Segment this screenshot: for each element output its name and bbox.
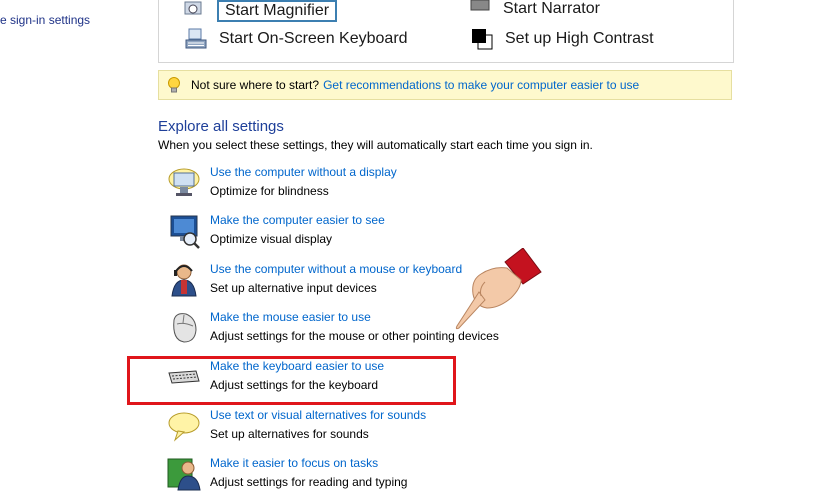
- without-display-link[interactable]: Use the computer without a display: [210, 165, 397, 179]
- without-display-desc: Optimize for blindness: [210, 184, 329, 198]
- without-mouse-keyboard-desc: Set up alternative input devices: [210, 281, 377, 295]
- focus-tasks-link[interactable]: Make it easier to focus on tasks: [210, 456, 378, 470]
- setting-sound-alternatives: Use text or visual alternatives for soun…: [166, 408, 586, 448]
- narrator-icon: [470, 0, 490, 11]
- mouse-easier-desc: Adjust settings for the mouse or other p…: [210, 329, 499, 343]
- no-display-icon: [168, 168, 200, 196]
- start-narrator-button[interactable]: Start Narrator: [469, 0, 600, 20]
- pointing-hand-icon: [455, 248, 542, 330]
- sound-alternatives-desc: Set up alternatives for sounds: [210, 427, 369, 441]
- start-narrator-label: Start Narrator: [503, 0, 600, 17]
- start-magnifier-label: Start Magnifier: [217, 0, 338, 22]
- setting-without-display: Use the computer without a display Optim…: [166, 165, 586, 205]
- start-magnifier-button[interactable]: Start Magnifier: [183, 0, 338, 22]
- keyboard-option-highlight: [127, 356, 456, 405]
- quick-access-panel: Start Magnifier Start Narrator Start On-…: [158, 0, 734, 63]
- easier-to-see-link[interactable]: Make the computer easier to see: [210, 213, 385, 227]
- lightbulb-icon: [168, 77, 180, 93]
- sidebar-signin-settings-link[interactable]: e sign-in settings: [0, 13, 90, 27]
- setting-focus-tasks: Make it easier to focus on tasks Adjust …: [166, 456, 586, 496]
- start-onscreen-keyboard-button[interactable]: Start On-Screen Keyboard: [185, 28, 408, 50]
- focus-user-icon: [167, 458, 201, 491]
- without-mouse-keyboard-link[interactable]: Use the computer without a mouse or keyb…: [210, 262, 462, 276]
- sound-alternatives-link[interactable]: Use text or visual alternatives for soun…: [210, 408, 426, 422]
- mouse-easier-link[interactable]: Make the mouse easier to use: [210, 310, 371, 324]
- mouse-icon: [173, 313, 197, 343]
- speech-bubble-icon: [168, 412, 200, 442]
- setting-easier-to-see: Make the computer easier to see Optimize…: [166, 213, 586, 253]
- monitor-magnifier-icon: [170, 215, 200, 249]
- headset-user-icon: [171, 264, 197, 297]
- start-onscreen-keyboard-label: Start On-Screen Keyboard: [219, 30, 408, 47]
- focus-tasks-desc: Adjust settings for reading and typing: [210, 475, 408, 489]
- high-contrast-label: Set up High Contrast: [505, 30, 654, 47]
- tip-bar: Not sure where to start? Get recommendat…: [158, 70, 732, 100]
- recommendations-link[interactable]: Get recommendations to make your compute…: [323, 78, 639, 92]
- onscreen-keyboard-icon: [185, 28, 207, 49]
- tip-text: Not sure where to start?: [191, 78, 320, 92]
- easier-to-see-desc: Optimize visual display: [210, 232, 333, 246]
- high-contrast-icon: [472, 29, 493, 50]
- high-contrast-button[interactable]: Set up High Contrast: [471, 28, 654, 50]
- explore-description: When you select these settings, they wil…: [158, 138, 593, 152]
- magnifier-icon: [184, 1, 202, 15]
- explore-title: Explore all settings: [158, 118, 284, 135]
